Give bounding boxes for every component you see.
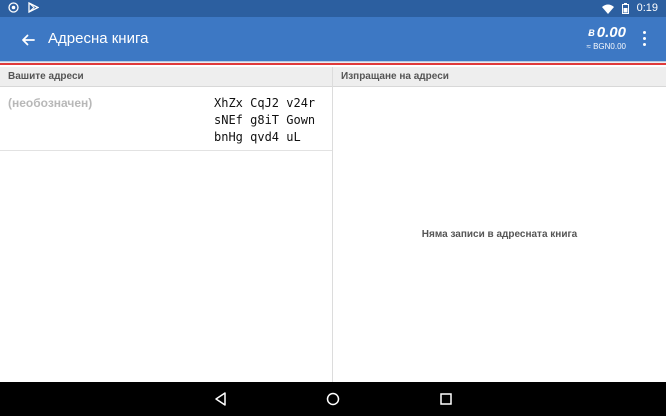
balance-amount: 0.00 — [596, 24, 626, 41]
back-arrow-icon[interactable] — [17, 29, 39, 51]
wifi-icon — [601, 4, 614, 14]
sending-addresses-header: Изпращане на адреси — [333, 67, 666, 87]
status-bar: 0:19 — [0, 0, 666, 17]
battery-icon — [621, 3, 629, 14]
fiat-balance: ≈ BGN0.00 — [586, 42, 626, 51]
page-title: Адресна книга — [48, 30, 149, 47]
balance-display[interactable]: Ƀ 0.00 ≈ BGN0.00 — [586, 24, 626, 52]
navigation-bar — [0, 382, 666, 416]
currency-symbol: Ƀ — [588, 28, 595, 38]
home-circle-icon[interactable] — [324, 390, 342, 408]
address-label: (необозначен) — [8, 96, 93, 110]
address-value: XhZx CqJ2 v24r sNEf g8iT Gown bnHg qvd4 … — [214, 96, 316, 144]
app-bar: Адресна книга Ƀ 0.00 ≈ BGN0.00 — [0, 17, 666, 61]
recents-square-icon[interactable] — [437, 390, 455, 408]
your-addresses-panel: Вашите адреси (необозначен) XhZx CqJ2 v2… — [0, 67, 332, 382]
your-addresses-header: Вашите адреси — [0, 67, 332, 87]
address-list-item[interactable]: (необозначен) XhZx CqJ2 v24r sNEf g8iT G… — [0, 87, 332, 151]
empty-address-book-message: Няма записи в адресната книга — [421, 229, 578, 240]
play-store-icon — [28, 2, 39, 13]
back-triangle-icon[interactable] — [212, 390, 230, 408]
accent-line — [0, 63, 666, 65]
camera-icon — [8, 2, 19, 13]
sending-addresses-panel: Изпращане на адреси Няма записи в адресн… — [333, 67, 666, 382]
status-time: 0:19 — [636, 2, 658, 14]
overflow-menu-icon[interactable] — [640, 31, 648, 49]
